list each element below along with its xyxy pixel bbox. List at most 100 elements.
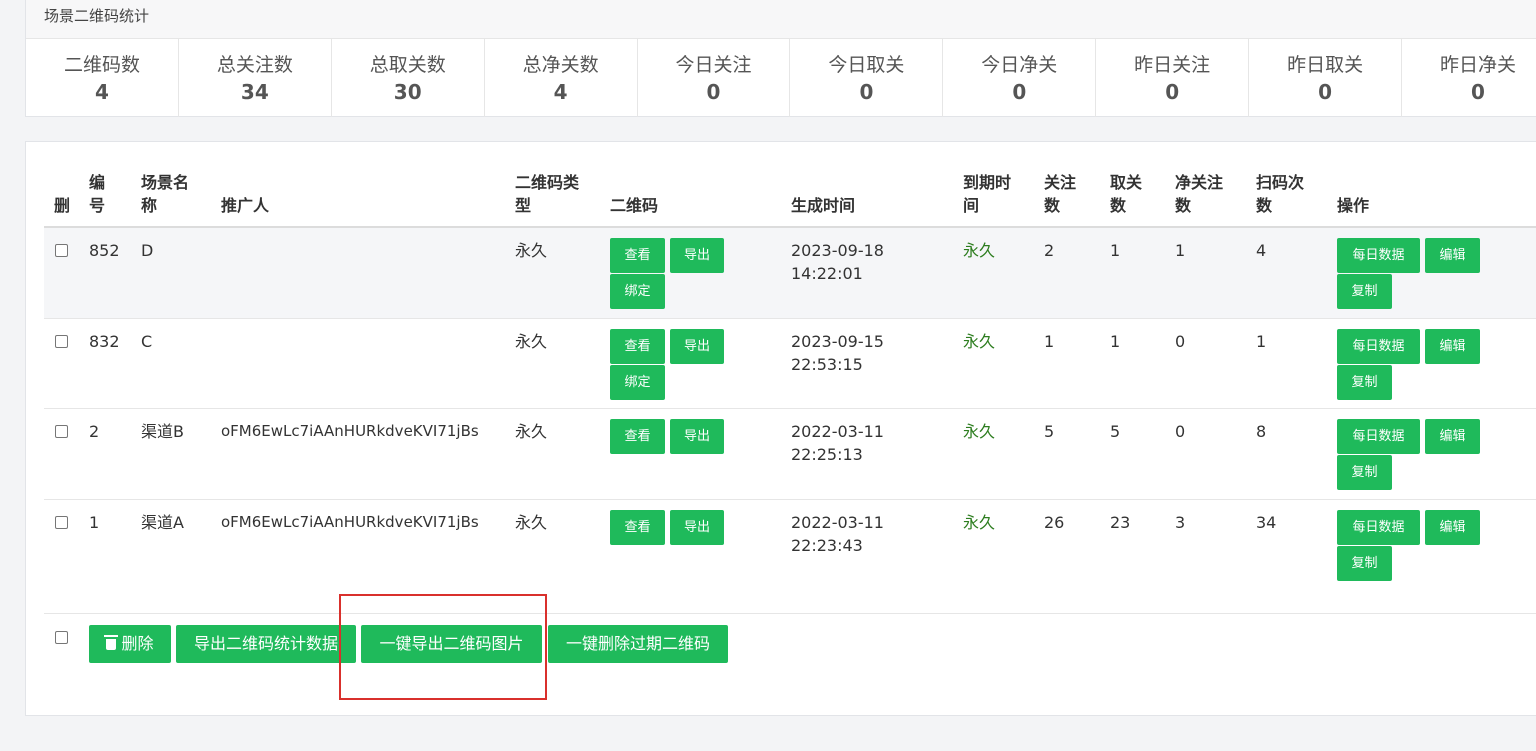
row-promoter: oFM6EwLc7iAAnHURkdveKVI71jBs: [221, 513, 479, 531]
export-qr-button[interactable]: 导出: [670, 329, 724, 364]
row-expire: 永久: [963, 241, 996, 260]
row-created-date: 2022-03-11: [791, 513, 884, 532]
stat-today-unfollow: 今日取关 0: [790, 39, 944, 117]
export-qr-images-button[interactable]: 一键导出二维码图片: [361, 625, 542, 663]
row-checkbox[interactable]: [55, 516, 68, 529]
th-id: 编 号: [89, 173, 106, 215]
row-expire: 永久: [963, 513, 996, 532]
row-net: 0: [1175, 422, 1186, 441]
copy-button[interactable]: 复制: [1337, 365, 1392, 400]
th-operations: 操作: [1337, 196, 1370, 215]
copy-button[interactable]: 复制: [1337, 546, 1392, 581]
row-id: 1: [89, 513, 100, 532]
th-scene-name: 场景名 称: [141, 173, 190, 215]
qr-table-panel: 删 编 号 场景名 称 推广人 二维码类 型 二维码 生成时间 到期时 间 关注…: [25, 141, 1536, 716]
row-id: 832: [89, 332, 120, 351]
bind-qr-button[interactable]: 绑定: [610, 365, 665, 400]
row-net: 3: [1175, 513, 1186, 532]
th-promoter: 推广人: [221, 196, 270, 215]
daily-data-button[interactable]: 每日数据: [1337, 510, 1420, 545]
batch-delete-button[interactable]: 删除: [89, 625, 171, 663]
stat-today-net: 今日净关 0: [943, 39, 1097, 117]
row-unfollow: 1: [1110, 332, 1121, 351]
row-scene-name: 渠道B: [141, 422, 184, 441]
stat-today-follow: 今日关注 0: [638, 39, 791, 117]
row-expire: 永久: [963, 332, 996, 351]
table-row: 832 C 永久 查看 导出 绑定 2023-09-15 22:53:15 永久…: [44, 319, 1536, 409]
table-row: 1 渠道A oFM6EwLc7iAAnHURkdveKVI71jBs 永久 查看…: [44, 500, 1536, 613]
row-follow: 26: [1044, 513, 1065, 532]
trash-icon: [104, 635, 119, 650]
export-qr-button[interactable]: 导出: [670, 419, 724, 454]
row-follow: 1: [1044, 332, 1055, 351]
th-scan-count: 扫码次 数: [1256, 173, 1305, 215]
row-id: 852: [89, 241, 120, 260]
row-scans: 1: [1256, 332, 1267, 351]
edit-button[interactable]: 编辑: [1425, 510, 1480, 545]
view-qr-button[interactable]: 查看: [610, 419, 665, 454]
delete-expired-button[interactable]: 一键删除过期二维码: [548, 625, 728, 663]
edit-button[interactable]: 编辑: [1425, 329, 1480, 364]
stat-yesterday-unfollow: 昨日取关 0: [1249, 39, 1403, 117]
daily-data-button[interactable]: 每日数据: [1337, 238, 1420, 273]
stat-qr-count: 二维码数 4: [26, 39, 179, 117]
th-expire-time: 到期时 间: [963, 173, 1012, 215]
view-qr-button[interactable]: 查看: [610, 329, 665, 364]
row-qr-type: 永久: [515, 241, 548, 260]
row-created-time: 22:23:43: [791, 536, 863, 555]
row-created-time: 14:22:01: [791, 264, 863, 283]
table-header: 删 编 号 场景名 称 推广人 二维码类 型 二维码 生成时间 到期时 间 关注…: [44, 142, 1536, 228]
footer-divider: [44, 613, 1536, 614]
edit-button[interactable]: 编辑: [1425, 419, 1480, 454]
row-checkbox[interactable]: [55, 244, 68, 257]
row-created-time: 22:25:13: [791, 445, 863, 464]
copy-button[interactable]: 复制: [1337, 455, 1392, 490]
th-unfollow-count: 取关 数: [1110, 173, 1143, 215]
th-created-time: 生成时间: [791, 196, 856, 215]
row-checkbox[interactable]: [55, 425, 68, 438]
bind-qr-button[interactable]: 绑定: [610, 274, 665, 309]
row-checkbox[interactable]: [55, 335, 68, 348]
export-qr-button[interactable]: 导出: [670, 510, 724, 545]
edit-button[interactable]: 编辑: [1425, 238, 1480, 273]
select-all-checkbox[interactable]: [55, 631, 68, 644]
row-scans: 8: [1256, 422, 1267, 441]
qr-stats-panel: 场景二维码统计 二维码数 4 总关注数 34 总取关数 30 总净关数 4 今日…: [25, 0, 1536, 117]
daily-data-button[interactable]: 每日数据: [1337, 329, 1420, 364]
row-qr-type: 永久: [515, 422, 548, 441]
view-qr-button[interactable]: 查看: [610, 238, 665, 273]
stats-title: 场景二维码统计: [26, 0, 1536, 39]
th-net-follow: 净关注 数: [1175, 173, 1224, 215]
th-delete: 删: [54, 196, 71, 215]
stat-total-net: 总净关数 4: [485, 39, 638, 117]
export-qr-button[interactable]: 导出: [670, 238, 724, 273]
export-stats-button[interactable]: 导出二维码统计数据: [176, 625, 356, 663]
stat-yesterday-net: 昨日净关 0: [1402, 39, 1536, 117]
row-created-date: 2022-03-11: [791, 422, 884, 441]
row-follow: 5: [1044, 422, 1055, 441]
row-created-date: 2023-09-18: [791, 241, 884, 260]
row-qr-type: 永久: [515, 513, 548, 532]
view-qr-button[interactable]: 查看: [610, 510, 665, 545]
row-scene-name: 渠道A: [141, 513, 184, 532]
row-created-time: 22:53:15: [791, 355, 863, 374]
daily-data-button[interactable]: 每日数据: [1337, 419, 1420, 454]
row-scans: 4: [1256, 241, 1267, 260]
row-scene-name: C: [141, 332, 153, 351]
copy-button[interactable]: 复制: [1337, 274, 1392, 309]
th-follow-count: 关注 数: [1044, 173, 1077, 215]
row-scene-name: D: [141, 241, 154, 260]
row-scans: 34: [1256, 513, 1277, 532]
row-id: 2: [89, 422, 100, 441]
row-net: 0: [1175, 332, 1186, 351]
row-unfollow: 1: [1110, 241, 1121, 260]
row-qr-type: 永久: [515, 332, 548, 351]
row-unfollow: 23: [1110, 513, 1131, 532]
table-row: 852 D 永久 查看 导出 绑定 2023-09-18 14:22:01 永久…: [44, 228, 1536, 319]
th-qr-type: 二维码类 型: [515, 173, 580, 215]
row-created-date: 2023-09-15: [791, 332, 884, 351]
th-qr-code: 二维码: [610, 196, 659, 215]
row-unfollow: 5: [1110, 422, 1121, 441]
row-expire: 永久: [963, 422, 996, 441]
row-follow: 2: [1044, 241, 1055, 260]
